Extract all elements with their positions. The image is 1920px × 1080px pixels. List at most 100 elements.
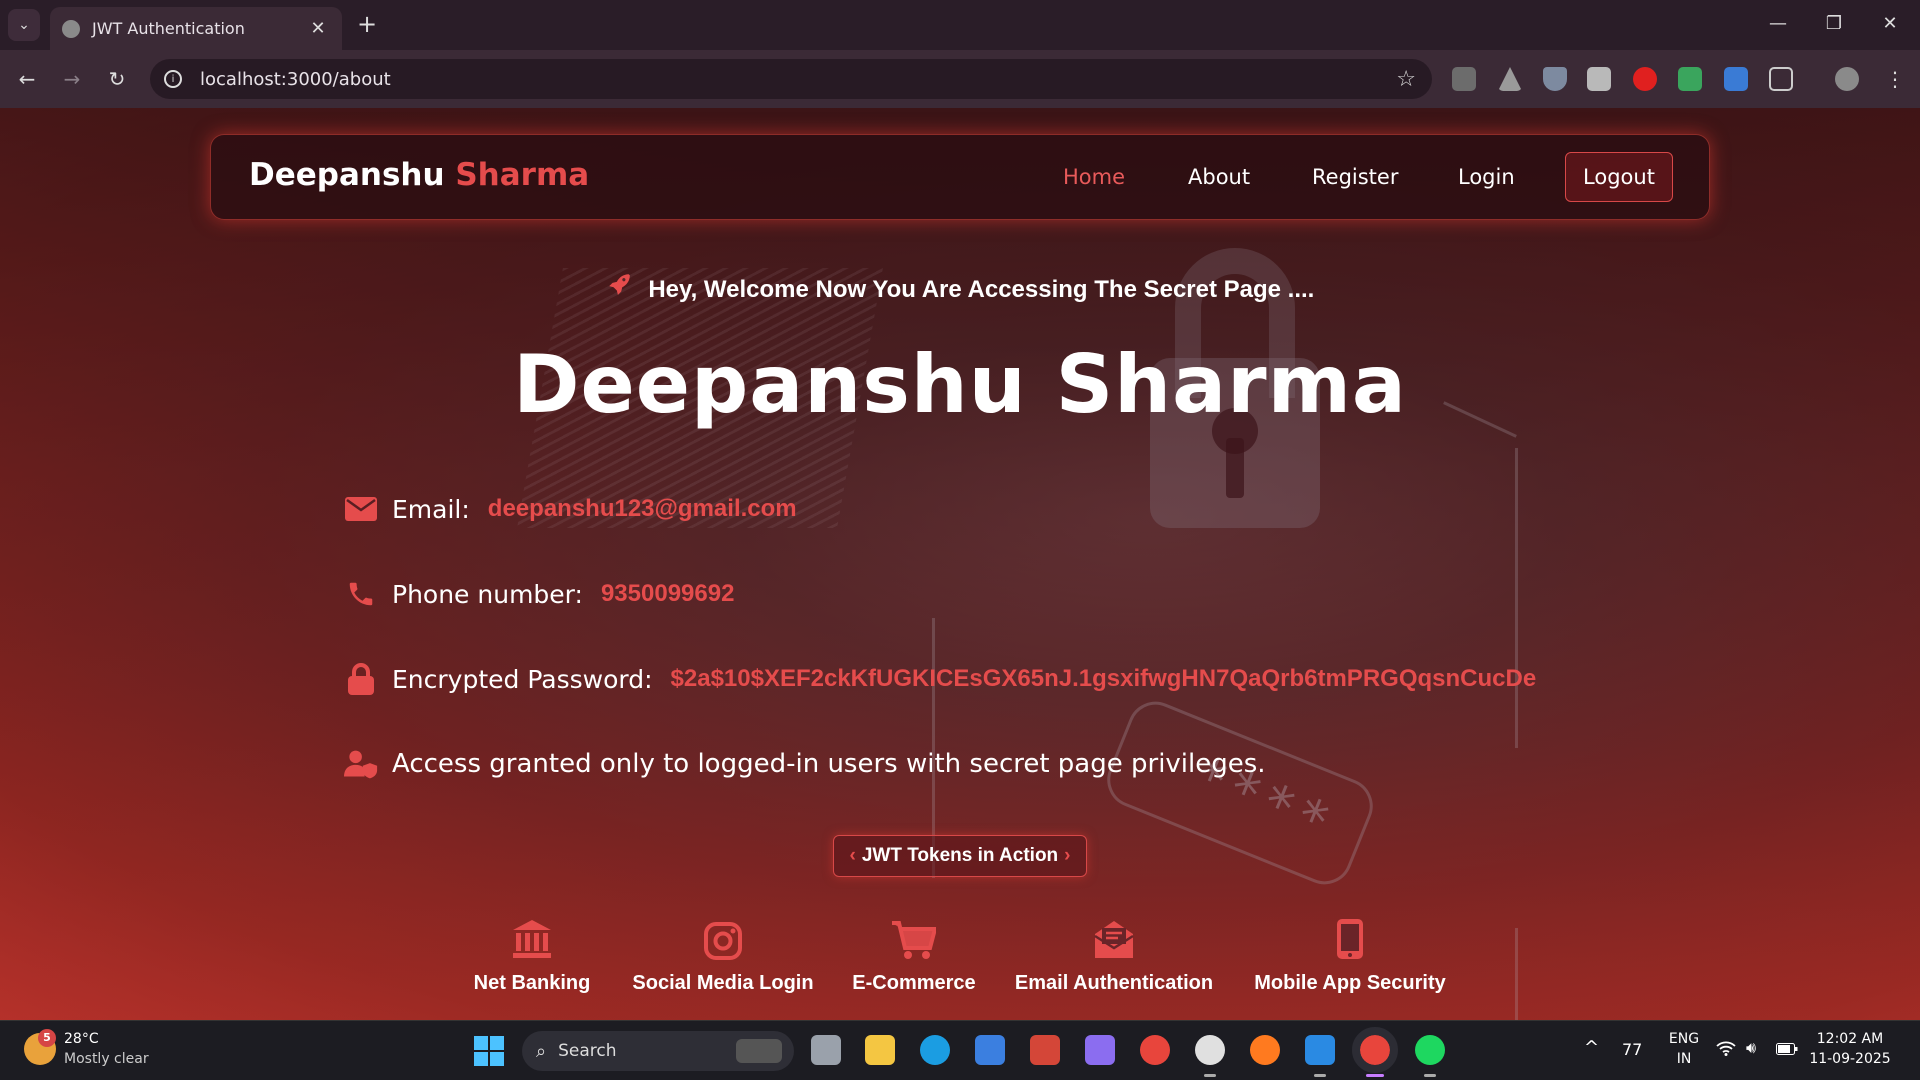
spotify-icon[interactable] <box>1415 1035 1445 1065</box>
volume-icon[interactable]: 🔊︎ <box>1746 1038 1756 1058</box>
nav-register-link[interactable]: Register <box>1312 165 1398 189</box>
microsoft-store-icon[interactable] <box>975 1035 1005 1065</box>
tab-title: JWT Authentication <box>92 19 245 38</box>
bank-icon <box>472 916 592 960</box>
cart-icon <box>848 916 980 960</box>
feature-e-commerce[interactable]: E-Commerce <box>848 916 980 995</box>
taskbar-search[interactable]: ⌕ Search <box>522 1031 794 1071</box>
rocket-icon <box>606 271 632 304</box>
file-explorer-icon[interactable] <box>865 1035 895 1065</box>
address-bar[interactable]: i localhost:3000/about ☆ <box>150 59 1432 99</box>
chrome-icon[interactable] <box>1140 1035 1170 1065</box>
envelope-icon <box>344 492 378 526</box>
wifi-icon[interactable] <box>1716 1040 1736 1060</box>
site-navbar: Deepanshu Sharma Home About Register Log… <box>210 134 1710 220</box>
email-label: Email: <box>392 494 470 524</box>
nav-home-link[interactable]: Home <box>1063 165 1125 189</box>
lock-icon <box>344 662 378 696</box>
clock-date[interactable]: 11-09-2025 <box>1808 1051 1892 1067</box>
taskbar: 5 28°C Mostly clear ⌕ Search ^ 77 ENG IN… <box>0 1020 1920 1080</box>
windows-start-icon[interactable] <box>474 1036 504 1066</box>
running-indicator <box>1424 1074 1436 1077</box>
feature-label: E-Commerce <box>852 972 976 994</box>
tray-overflow-chevron[interactable]: ^ <box>1584 1037 1599 1058</box>
logout-button[interactable]: Logout <box>1565 152 1673 202</box>
access-note: Access granted only to logged-in users w… <box>392 749 1266 779</box>
clock-time[interactable]: 12:02 AM <box>1808 1031 1892 1047</box>
back-button[interactable]: ← <box>12 64 42 94</box>
globe-icon <box>62 19 80 38</box>
password-value: $2a$10$XEF2ckKfUGKICEsGX65nJ.1gsxifwgHN7… <box>670 665 1537 692</box>
mobile-icon <box>1252 916 1448 960</box>
extension-icon[interactable] <box>1452 67 1476 91</box>
chevron-right-icon: › <box>1064 845 1071 866</box>
minimize-button[interactable]: — <box>1758 8 1798 40</box>
gmail-icon[interactable] <box>1030 1035 1060 1065</box>
browser-tab-bar: ⌄ JWT Authentication ✕ + — ❐ ✕ <box>0 0 1920 50</box>
language-indicator[interactable]: ENG <box>1666 1031 1702 1047</box>
feature-label: Mobile App Security <box>1254 972 1446 994</box>
weather-temperature[interactable]: 28°C <box>64 1031 99 1047</box>
search-placeholder: Search <box>558 1041 617 1061</box>
weather-condition[interactable]: Mostly clear <box>64 1051 149 1067</box>
nav-login-link[interactable]: Login <box>1458 165 1515 189</box>
welcome-text: Hey, Welcome Now You Are Accessing The S… <box>648 276 1315 303</box>
vscode-icon[interactable] <box>1305 1035 1335 1065</box>
chatgpt-icon[interactable] <box>1195 1035 1225 1065</box>
brand-last-name: Sharma <box>455 157 590 193</box>
firefox-icon[interactable] <box>1250 1035 1280 1065</box>
close-window-button[interactable]: ✕ <box>1870 8 1910 40</box>
reload-button[interactable]: ↻ <box>102 64 132 94</box>
user-shield-icon <box>344 747 378 781</box>
site-info-icon[interactable]: i <box>164 70 182 88</box>
adblock-extension-icon[interactable] <box>1633 67 1657 91</box>
extension-drive-icon[interactable] <box>1498 67 1522 91</box>
chevron-left-icon: ‹ <box>849 845 856 866</box>
feature-net-banking[interactable]: Net Banking <box>472 916 592 995</box>
extension-icon[interactable] <box>1587 67 1611 91</box>
chrome-active-icon[interactable] <box>1352 1027 1398 1073</box>
battery-icon[interactable] <box>1776 1043 1798 1059</box>
running-indicator <box>1204 1074 1216 1077</box>
task-view-icon[interactable] <box>811 1035 841 1065</box>
new-tab-button[interactable]: + <box>352 10 382 40</box>
email-value: deepanshu123@gmail.com <box>487 495 797 522</box>
profile-avatar[interactable] <box>1835 67 1859 91</box>
decor-line <box>1515 448 1518 748</box>
restore-button[interactable]: ❐ <box>1814 8 1854 40</box>
running-indicator <box>1314 1074 1326 1077</box>
region-indicator[interactable]: IN <box>1666 1051 1702 1067</box>
active-indicator <box>1366 1074 1384 1077</box>
nav-about-link[interactable]: About <box>1188 165 1250 189</box>
phone-label: Phone number: <box>392 579 583 609</box>
tray-count[interactable]: 77 <box>1622 1040 1642 1059</box>
email-row: Email: deepanshu123@gmail.com <box>344 492 797 526</box>
feature-label: Email Authentication <box>1014 972 1214 994</box>
extension-icon[interactable] <box>1724 67 1748 91</box>
browser-tab[interactable]: JWT Authentication ✕ <box>50 7 342 50</box>
decor-line <box>1515 928 1518 1020</box>
extension-icon[interactable] <box>1678 67 1702 91</box>
phone-row: Phone number: 9350099692 <box>344 577 734 611</box>
extensions-puzzle-icon[interactable] <box>1769 67 1793 91</box>
browser-toolbar: ← → ↻ i localhost:3000/about ☆ ⋮ <box>0 50 1920 108</box>
feature-social-media-login[interactable]: Social Media Login <box>628 916 818 995</box>
tab-search-button[interactable]: ⌄ <box>8 9 40 41</box>
feature-label: Social Media Login <box>632 972 814 994</box>
welcome-banner: Hey, Welcome Now You Are Accessing The S… <box>0 271 1920 304</box>
url-text[interactable]: localhost:3000/about <box>200 69 1396 90</box>
feature-mobile-app-security[interactable]: Mobile App Security <box>1252 916 1448 995</box>
feature-label: Net Banking <box>473 972 591 994</box>
forward-button[interactable]: → <box>57 64 87 94</box>
tab-close-button[interactable]: ✕ <box>306 18 330 39</box>
edge-icon[interactable] <box>920 1035 950 1065</box>
copilot-icon[interactable] <box>1085 1035 1115 1065</box>
feature-email-authentication[interactable]: Email Authentication <box>1014 916 1214 995</box>
shield-extension-icon[interactable] <box>1543 67 1567 91</box>
brand-logo[interactable]: Deepanshu Sharma <box>249 157 589 193</box>
jwt-button-label: JWT Tokens in Action <box>861 845 1059 866</box>
password-label: Encrypted Password: <box>392 664 653 694</box>
browser-menu-icon[interactable]: ⋮ <box>1880 64 1910 94</box>
jwt-tokens-button[interactable]: ‹ JWT Tokens in Action › <box>833 835 1087 877</box>
bookmark-star-icon[interactable]: ☆ <box>1396 67 1416 92</box>
